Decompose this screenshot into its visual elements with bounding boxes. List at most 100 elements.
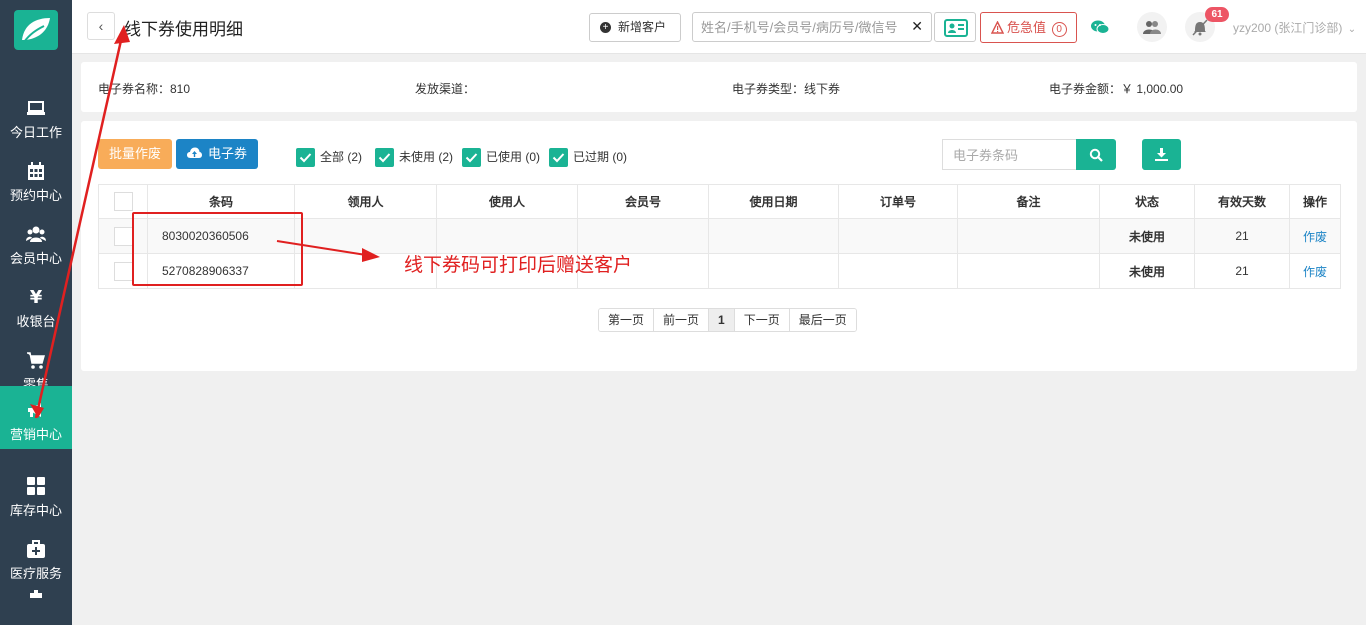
svg-text:¥: ¥ <box>30 287 43 307</box>
sidebar-item-label: 营销中心 <box>9 427 62 442</box>
more-icon[interactable] <box>28 590 44 600</box>
clear-icon[interactable]: ✕ <box>911 18 923 35</box>
id-card-button[interactable] <box>934 12 976 42</box>
laptop-icon <box>27 101 45 115</box>
sidebar-item-inventory[interactable]: 库存中心 <box>0 462 72 525</box>
sidebar-item-appointment[interactable]: 预约中心 <box>0 147 72 210</box>
user-cell <box>436 218 578 254</box>
filter-expired[interactable]: 已过期 (0) <box>549 147 627 167</box>
coupon-info-panel: 电子券名称：810 发放渠道： 电子券类型：线下券 电子券金额：￥ 1,000.… <box>81 62 1357 112</box>
wechat-button[interactable] <box>1085 12 1115 42</box>
warning-icon <box>991 21 1004 34</box>
chevron-down-icon: ⌄ <box>1347 24 1357 35</box>
grid-icon <box>27 477 45 495</box>
col-header: 备注 <box>957 184 1100 219</box>
date-cell <box>708 253 839 289</box>
status-cell: 未使用 <box>1099 253 1195 289</box>
batch-void-button[interactable]: 批量作废 <box>98 139 172 169</box>
note-cell <box>957 218 1100 254</box>
pager-last[interactable]: 最后一页 <box>789 309 856 331</box>
col-header: 订单号 <box>838 184 958 219</box>
col-header: 有效天数 <box>1194 184 1290 219</box>
coupon-search-button[interactable] <box>1076 139 1116 170</box>
filter-unused[interactable]: 未使用 (2) <box>375 147 453 167</box>
cloud-upload-icon <box>187 147 202 158</box>
wechat-icon <box>1091 20 1110 34</box>
checkbox-checked-icon <box>549 148 568 167</box>
download-icon <box>1155 148 1168 161</box>
pagination: 第一页 前一页 1 下一页 最后一页 <box>598 308 857 332</box>
checkbox[interactable] <box>113 226 133 246</box>
void-link[interactable]: 作废 <box>1289 253 1341 289</box>
filter-all[interactable]: 全部 (2) <box>296 147 362 167</box>
back-button[interactable]: ‹ <box>87 12 115 40</box>
coupon-type: 电子券类型：线下券 <box>732 82 841 96</box>
sidebar-item-label: 今日工作 <box>9 125 62 140</box>
sidebar: 今日工作 预约中心 会员中心 ¥ 收银台 零售 营销中心 库存中心 医疗服务 <box>0 0 72 625</box>
customer-search-box: ✕ <box>692 12 932 42</box>
top-header: ‹ 线下券使用明细 + 新增客户 ✕ 危急值 0 <box>72 0 1366 54</box>
member-cell <box>577 218 709 254</box>
critical-value-button[interactable]: 危急值 0 <box>980 12 1077 43</box>
sidebar-item-label: 预约中心 <box>9 188 62 203</box>
plus-circle-icon: + <box>600 22 611 33</box>
page-title: 线下券使用明细 <box>124 20 243 39</box>
order-cell <box>838 218 958 254</box>
medkit-icon <box>27 540 45 558</box>
checkbox-checked-icon <box>296 148 315 167</box>
sidebar-item-label: 收银台 <box>16 314 56 329</box>
checkbox[interactable] <box>113 261 133 281</box>
chevron-left-icon: ‹ <box>98 18 104 34</box>
coupon-amount: 电子券金额：￥ 1,000.00 <box>1049 82 1184 96</box>
coupon-code-input[interactable] <box>953 146 1063 164</box>
notification-badge: 61 <box>1205 7 1229 22</box>
id-card-icon <box>944 19 968 37</box>
sidebar-item-label: 医疗服务 <box>9 566 62 581</box>
annotation-text: 线下券码可打印后赠送客户 <box>404 255 633 276</box>
app-logo[interactable] <box>14 10 58 50</box>
status-cell: 未使用 <box>1099 218 1195 254</box>
checkbox[interactable] <box>113 192 133 211</box>
coupon-code-search-box <box>942 139 1076 170</box>
sidebar-item-today-work[interactable]: 今日工作 <box>0 84 72 147</box>
user-menu[interactable]: yzy200 (张江门诊部) ⌄ <box>1233 19 1356 36</box>
note-cell <box>957 253 1100 289</box>
checkbox-checked-icon <box>375 148 394 167</box>
col-header: 状态 <box>1099 184 1195 219</box>
danger-count: 0 <box>1051 22 1067 37</box>
ecoupon-button[interactable]: 电子券 <box>176 139 258 169</box>
search-icon <box>1089 148 1103 162</box>
receiver-cell <box>294 218 437 254</box>
checkbox-checked-icon <box>462 148 481 167</box>
bell-off-icon <box>1192 19 1208 36</box>
days-cell: 21 <box>1194 253 1290 289</box>
new-customer-button[interactable]: + 新增客户 <box>589 13 681 42</box>
pager-next[interactable]: 下一页 <box>734 309 790 331</box>
pager-current[interactable]: 1 <box>709 309 735 331</box>
col-header: 操作 <box>1289 184 1341 219</box>
calendar-icon <box>28 162 44 180</box>
sidebar-item-member[interactable]: 会员中心 <box>0 210 72 273</box>
pager-first[interactable]: 第一页 <box>599 309 655 331</box>
sidebar-item-marketing[interactable]: 营销中心 <box>0 386 72 449</box>
download-button[interactable] <box>1142 139 1181 170</box>
void-link[interactable]: 作废 <box>1289 218 1341 254</box>
days-cell: 21 <box>1194 218 1290 254</box>
annotation-highlight-box <box>132 212 303 286</box>
col-header: 使用人 <box>436 184 578 219</box>
col-header: 会员号 <box>577 184 709 219</box>
coupon-name: 电子券名称：810 <box>98 82 191 96</box>
order-cell <box>838 253 958 289</box>
users-icon <box>26 226 46 242</box>
group-icon <box>1143 21 1161 34</box>
filter-used[interactable]: 已使用 (0) <box>462 147 540 167</box>
sidebar-item-label: 库存中心 <box>9 503 62 518</box>
sidebar-item-medical[interactable]: 医疗服务 <box>0 525 72 588</box>
sidebar-item-cashier[interactable]: ¥ 收银台 <box>0 273 72 336</box>
col-header: 使用日期 <box>708 184 839 219</box>
pager-prev[interactable]: 前一页 <box>654 309 710 331</box>
yen-icon: ¥ <box>30 287 43 307</box>
coupon-channel: 发放渠道： <box>415 82 476 96</box>
customer-search-input[interactable] <box>701 18 901 36</box>
group-button[interactable] <box>1137 12 1167 42</box>
